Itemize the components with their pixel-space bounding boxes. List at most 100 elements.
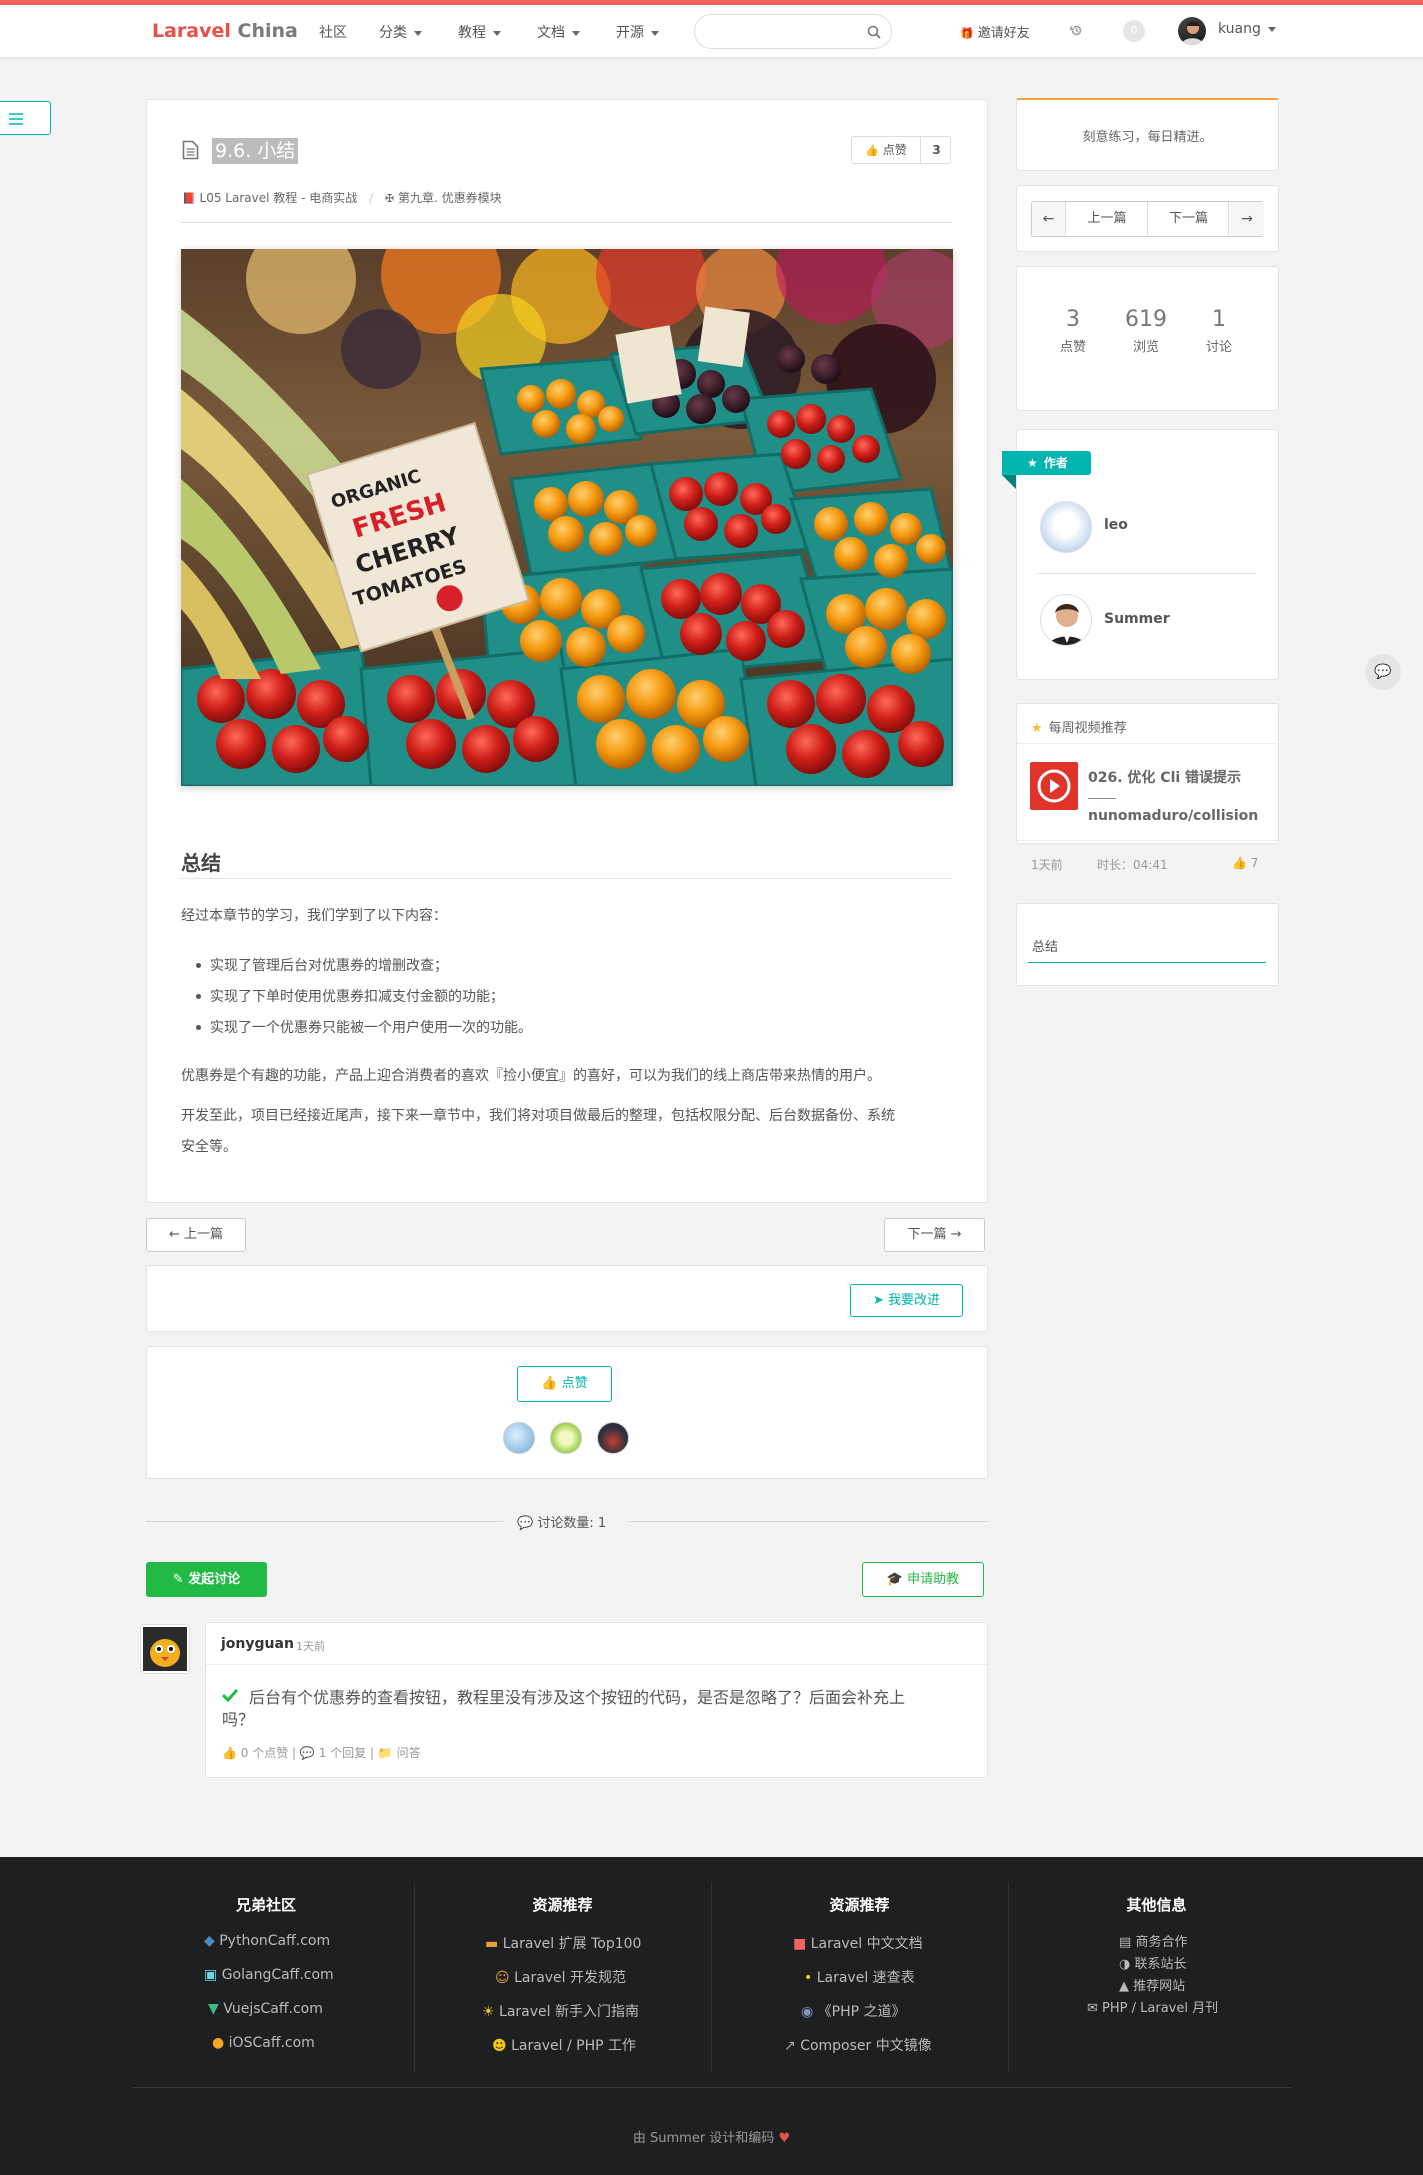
- footer-link[interactable]: ✉ PHP / Laravel 月刊: [1087, 1997, 1218, 2016]
- list-item: 实现了一个优惠券只能被一个用户使用一次的功能。: [194, 1017, 532, 1037]
- title-like-button[interactable]: 👍 点赞 3: [851, 136, 951, 164]
- sidebar-pager: ← 上一篇 下一篇 →: [1031, 201, 1264, 237]
- comment-icon: 💬: [1374, 664, 1392, 680]
- stat-likes: 3 点赞: [1059, 307, 1086, 355]
- thumbs-up-icon: ▲: [1119, 1979, 1129, 1994]
- thumbs-up-icon: 👍: [222, 1746, 237, 1760]
- footer-col-resources-2: 资源推荐 ■ Laravel 中文文档 • Laravel 速查表 ◉ 《PHP…: [711, 1894, 1008, 2054]
- breadcrumb-chapter[interactable]: 第九章. 优惠券模块: [398, 191, 502, 205]
- video-header: ★ 每周视频推荐: [1031, 721, 1127, 736]
- breadcrumb: 📕 L05 Laravel 教程 - 电商实战 / ✠ 第九章. 优惠券模块: [182, 191, 502, 205]
- section-heading: 总结: [181, 851, 221, 875]
- divider: [180, 222, 953, 223]
- author-name[interactable]: Summer: [1104, 611, 1170, 627]
- toc-toggle-button[interactable]: [0, 101, 51, 135]
- commenter-avatar[interactable]: [140, 1624, 190, 1674]
- chevron-down-icon: [651, 30, 659, 36]
- author-avatar[interactable]: [1040, 501, 1092, 553]
- nav-docs[interactable]: 文档: [537, 22, 580, 42]
- document-icon: [182, 140, 199, 160]
- divider: [1017, 840, 1278, 841]
- comment-author[interactable]: jonyguan: [221, 1636, 294, 1652]
- arrow-right-icon[interactable]: →: [1230, 202, 1264, 236]
- comment-meta: 👍 0 个点赞 | 💬 1 个回复 | 📁 问答: [222, 1746, 421, 1760]
- nav-tutorials[interactable]: 教程: [458, 22, 501, 42]
- stat-discussions: 1 讨论: [1205, 307, 1232, 355]
- search-icon[interactable]: [867, 25, 881, 39]
- video-title[interactable]: 026. 优化 Cli 错误提示: [1088, 767, 1241, 787]
- nav-opensource[interactable]: 开源: [616, 22, 659, 42]
- footer-link[interactable]: ● iOSCaff.com: [212, 2035, 315, 2051]
- author-avatar[interactable]: [1040, 594, 1092, 646]
- improve-button[interactable]: ➤ 我要改进: [850, 1284, 963, 1317]
- new-discussion-button[interactable]: ✎ 发起讨论: [146, 1562, 267, 1597]
- graduation-cap-icon: 🎓: [886, 1572, 904, 1587]
- user-avatar[interactable]: [1178, 17, 1206, 45]
- star-icon: ★: [1027, 456, 1038, 470]
- brand-logo[interactable]: Laravel China: [152, 20, 298, 42]
- toc-item[interactable]: 总结: [1032, 936, 1058, 955]
- video-title[interactable]: nunomaduro/collision: [1088, 808, 1258, 824]
- sidebar-next-button[interactable]: 下一篇: [1149, 202, 1229, 236]
- footer-link[interactable]: ▼ VuejsCaff.com: [208, 2001, 323, 2017]
- footer-col-brothers: 兄弟社区 ◆ PythonCaff.com ▣ GolangCaff.com ▼…: [116, 1894, 416, 2051]
- footer-link[interactable]: ☀ Laravel 新手入门指南: [482, 2001, 639, 2021]
- signpost-icon: ✠: [384, 192, 395, 205]
- toc-active-line: [1028, 962, 1266, 963]
- footer-link[interactable]: ▣ GolangCaff.com: [204, 1967, 334, 1983]
- arrow-left-icon[interactable]: ←: [1032, 202, 1066, 236]
- ribbon-fold: [1002, 475, 1016, 489]
- video-likes: 👍 7: [1232, 856, 1259, 870]
- footer-link[interactable]: ■ Laravel 中文文档: [793, 1933, 923, 1953]
- book-icon: 📕: [182, 192, 196, 205]
- footer-link[interactable]: ◑ 联系站长: [1119, 1953, 1187, 1972]
- footer-link[interactable]: ▬ Laravel 扩展 Top100: [485, 1933, 641, 1953]
- chat-icon: ◑: [1119, 1957, 1131, 1972]
- footer-link[interactable]: ▤ 商务合作: [1119, 1931, 1187, 1950]
- footer-link[interactable]: • Laravel 速查表: [804, 1967, 915, 1987]
- like-button[interactable]: 👍 点赞: [517, 1366, 612, 1402]
- breadcrumb-book[interactable]: L05 Laravel 教程 - 电商实战: [200, 191, 358, 205]
- article-image: ORGANIC FRESH CHERRY TOMATOES: [181, 249, 953, 786]
- nav-community[interactable]: 社区: [319, 22, 347, 42]
- discussion-count: 💬 讨论数量: 1: [517, 1516, 607, 1531]
- liker-avatar[interactable]: [597, 1422, 629, 1454]
- footer-link[interactable]: ▲ 推荐网站: [1119, 1975, 1185, 1994]
- divider: [1037, 573, 1257, 574]
- video-time: 1天前: [1031, 858, 1063, 872]
- paper-plane-icon: ➤: [872, 1293, 884, 1308]
- briefcase-icon: ▤: [1119, 1935, 1132, 1950]
- liker-avatar[interactable]: [503, 1422, 535, 1454]
- next-article-button[interactable]: 下一篇 →: [884, 1218, 985, 1252]
- sidebar-prev-button[interactable]: 上一篇: [1067, 202, 1148, 236]
- footer-link[interactable]: ☻ Laravel / PHP 工作: [492, 2035, 636, 2055]
- author-name[interactable]: leo: [1104, 517, 1128, 533]
- chevron-down-icon: [493, 30, 501, 36]
- liker-avatar[interactable]: [550, 1422, 582, 1454]
- float-comment-button[interactable]: 💬: [1365, 654, 1401, 690]
- star-icon: ★: [1031, 721, 1043, 736]
- chevron-down-icon: [572, 30, 580, 36]
- apply-assistant-button[interactable]: 🎓 申请助教: [862, 1562, 984, 1597]
- footer-link[interactable]: ◉ 《PHP 之道》: [801, 2001, 906, 2021]
- chevron-down-icon: [1267, 26, 1276, 32]
- user-menu[interactable]: kuang: [1218, 21, 1276, 37]
- invite-link[interactable]: 🎁 邀请好友: [960, 22, 1030, 41]
- comment-replies[interactable]: 1 个回复: [319, 1746, 366, 1760]
- footer-link[interactable]: ↗ Composer 中文镜像: [784, 2035, 932, 2055]
- prev-article-button[interactable]: ← 上一篇: [146, 1218, 246, 1252]
- chevron-down-icon: [414, 30, 422, 36]
- notification-badge[interactable]: 0: [1123, 20, 1145, 42]
- play-icon[interactable]: [1030, 762, 1078, 810]
- footer-link[interactable]: ◆ PythonCaff.com: [204, 1933, 330, 1949]
- history-icon[interactable]: [1070, 24, 1083, 37]
- comment-text: 吗？: [222, 1710, 255, 1729]
- footer-link[interactable]: ☺ Laravel 开发规范: [495, 1967, 626, 1987]
- title-like-count: 3: [932, 143, 941, 157]
- nav-categories[interactable]: 分类: [379, 22, 422, 42]
- menu-icon: [9, 113, 23, 125]
- search-input[interactable]: [694, 14, 892, 49]
- comments-icon: 💬: [517, 1516, 534, 1531]
- comment-likes[interactable]: 0 个点赞: [241, 1746, 288, 1760]
- comment-tag[interactable]: 问答: [397, 1746, 421, 1760]
